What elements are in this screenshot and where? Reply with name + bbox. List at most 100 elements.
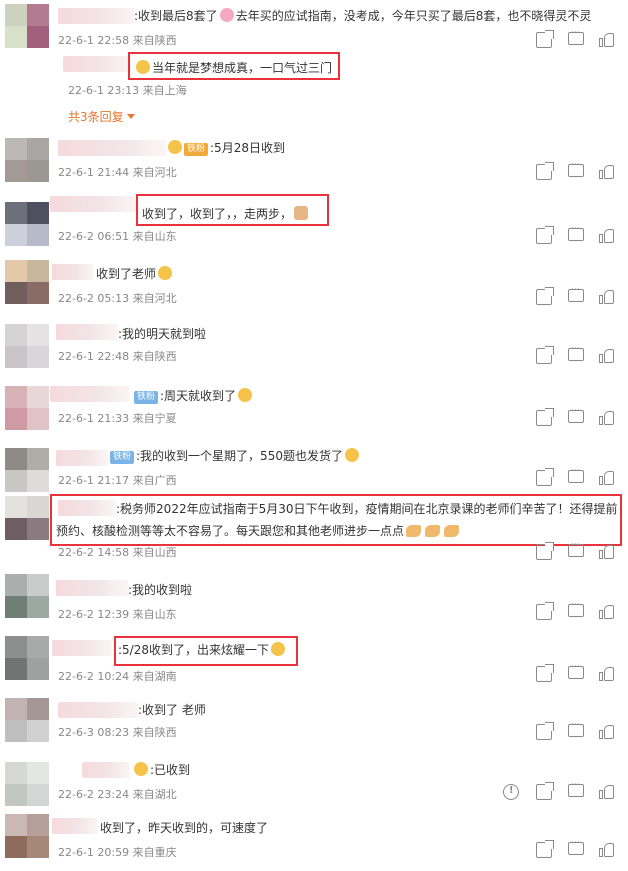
comment-meta: 22-6-2 12:39 来自山东	[58, 608, 177, 621]
avatar[interactable]	[5, 202, 49, 246]
comment-icon[interactable]	[568, 406, 584, 423]
comment-item: 收到了，昨天收到的，可速度了 22-6-1 20:59 来自重庆	[0, 812, 628, 871]
report-icon[interactable]	[503, 784, 519, 800]
share-icon[interactable]	[536, 287, 554, 305]
comment-meta: 22-6-2 14:58 来自山西	[58, 546, 177, 559]
highlight-box	[114, 636, 298, 666]
share-icon[interactable]	[536, 602, 554, 620]
view-replies-link[interactable]: 共3条回复	[68, 108, 135, 125]
like-icon[interactable]	[598, 544, 614, 560]
share-icon[interactable]	[536, 30, 554, 48]
comment-icon[interactable]	[568, 224, 584, 241]
like-icon[interactable]	[598, 289, 614, 305]
share-icon[interactable]	[536, 226, 554, 244]
like-icon[interactable]	[598, 604, 614, 620]
share-icon[interactable]	[536, 722, 554, 740]
comment-item: :税务师2022年应试指南于5月30日下午收到，疫情期间在北京录课的老师们辛苦了…	[0, 492, 628, 564]
comment-icon[interactable]	[568, 344, 584, 361]
avatar[interactable]	[5, 448, 49, 492]
comment-text: 铁粉:我的收到一个星期了，550题也发货了	[110, 448, 361, 464]
fan-badge: 铁粉	[110, 451, 135, 464]
smile-emoji-icon	[238, 388, 253, 402]
like-icon[interactable]	[598, 666, 614, 682]
share-icon[interactable]	[536, 468, 554, 486]
comment-meta: 22-6-2 06:51 来自山东	[58, 230, 177, 243]
comment-icon[interactable]	[568, 720, 584, 737]
comment-item: 收到了老师 22-6-2 05:13 来自河北	[0, 256, 628, 312]
avatar[interactable]	[5, 496, 49, 540]
like-icon[interactable]	[598, 470, 614, 486]
comment-icon[interactable]	[568, 28, 584, 45]
share-icon[interactable]	[536, 162, 554, 180]
avatar[interactable]	[5, 324, 49, 368]
like-icon[interactable]	[598, 164, 614, 180]
share-icon[interactable]	[536, 782, 554, 800]
avatar[interactable]	[5, 260, 49, 304]
grin-emoji-icon	[344, 448, 359, 462]
comment-item: 铁粉:我的收到一个星期了，550题也发货了 22-6-1 21:17 来自广西	[0, 444, 628, 492]
reply-username[interactable]	[63, 56, 131, 72]
username[interactable]	[56, 580, 128, 596]
avatar[interactable]	[5, 4, 49, 48]
like-icon[interactable]	[598, 724, 614, 740]
avatar[interactable]	[5, 574, 49, 618]
avatar[interactable]	[5, 814, 49, 858]
comment-text: 铁粉:5月28日收到	[166, 140, 285, 156]
username[interactable]	[58, 702, 138, 718]
comment-item: :我的收到啦 22-6-2 12:39 来自山东	[0, 572, 628, 628]
comment-text: 收到了老师	[96, 266, 174, 282]
username[interactable]	[50, 386, 130, 402]
fan-badge: 铁粉	[184, 143, 209, 156]
like-icon[interactable]	[598, 410, 614, 426]
share-icon[interactable]	[536, 408, 554, 426]
comment-meta: 22-6-2 10:24 来自湖南	[58, 670, 177, 683]
comment-item: 收到了，收到了，，走两步， 22-6-2 06:51 来自山东	[0, 190, 628, 250]
comment-item: :收到了 老师 22-6-3 08:23 来自陕西	[0, 696, 628, 752]
username[interactable]	[58, 8, 134, 24]
username[interactable]	[52, 818, 98, 834]
avatar[interactable]	[5, 762, 49, 806]
username[interactable]	[58, 140, 166, 156]
avatar[interactable]	[5, 698, 49, 742]
comment-icon[interactable]	[568, 160, 584, 177]
comment-meta: 22-6-3 08:23 来自陕西	[58, 726, 177, 739]
comment-icon[interactable]	[568, 285, 584, 302]
comment-icon[interactable]	[568, 662, 584, 679]
comment-meta: 22-6-1 21:17 来自广西	[58, 474, 177, 487]
comment-icon[interactable]	[568, 838, 584, 855]
comment-text: :我的收到啦	[128, 583, 193, 597]
comment-meta: 22-6-2 05:13 来自河北	[58, 292, 177, 305]
username[interactable]	[52, 264, 94, 280]
comment-text: :已收到	[132, 762, 190, 778]
comment-meta: 22-6-1 21:33 来自宁夏	[58, 412, 177, 425]
username[interactable]	[56, 324, 118, 340]
avatar[interactable]	[5, 138, 49, 182]
avatar[interactable]	[5, 636, 49, 680]
comment-text: :我的明天就到啦	[118, 327, 207, 341]
reply-meta: 22-6-1 23:13 来自上海	[68, 84, 187, 97]
like-icon[interactable]	[598, 228, 614, 244]
comment-icon[interactable]	[568, 466, 584, 483]
like-icon[interactable]	[598, 32, 614, 48]
share-icon[interactable]	[536, 840, 554, 858]
heart-eyes-emoji-icon	[168, 140, 182, 154]
username[interactable]	[50, 196, 138, 212]
comment-icon[interactable]	[568, 540, 584, 557]
share-icon[interactable]	[536, 664, 554, 682]
like-icon[interactable]	[598, 348, 614, 364]
comment-text: 收到了，昨天收到的，可速度了	[100, 821, 269, 835]
like-icon[interactable]	[598, 784, 614, 800]
like-icon[interactable]	[598, 842, 614, 858]
avatar[interactable]	[5, 386, 49, 430]
share-icon[interactable]	[536, 346, 554, 364]
username[interactable]	[82, 762, 130, 778]
comment-item: :已收到 22-6-2 23:24 来自湖北	[0, 758, 628, 814]
username[interactable]	[56, 450, 108, 466]
comment-meta: 22-6-2 23:24 来自湖北	[58, 788, 177, 801]
share-icon[interactable]	[536, 542, 554, 560]
comment-icon[interactable]	[568, 780, 584, 797]
comment-icon[interactable]	[568, 600, 584, 617]
highlight-box	[50, 494, 622, 546]
heart-eyes-emoji-icon	[134, 762, 148, 776]
username[interactable]	[52, 640, 112, 656]
